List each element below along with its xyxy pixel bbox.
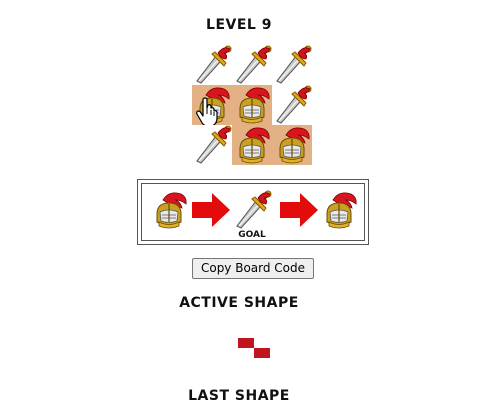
- board-cell-0-2[interactable]: [272, 45, 312, 85]
- copy-board-code-button[interactable]: Copy Board Code: [192, 258, 314, 279]
- board-cell-0-0[interactable]: [192, 45, 232, 85]
- sword-icon: [276, 45, 312, 84]
- board-cell-2-2[interactable]: [272, 125, 312, 165]
- helmet-icon: [156, 192, 187, 229]
- board-cell-1-1[interactable]: [232, 85, 272, 125]
- active-shape: [238, 338, 270, 358]
- sword-icon: [276, 85, 312, 124]
- arrow-right-icon: [280, 193, 318, 227]
- sword-icon: [196, 125, 232, 164]
- hand-cursor-icon: [196, 97, 218, 125]
- active-shape-block: [238, 338, 254, 348]
- last-shape-title: LAST SHAPE: [188, 388, 290, 404]
- helmet-icon: [326, 192, 357, 229]
- helmet-icon: [239, 127, 270, 164]
- helmet-icon: [239, 87, 270, 124]
- goal-item-2: [232, 190, 272, 230]
- helmet-icon: [279, 127, 310, 164]
- board-cell-2-1[interactable]: [232, 125, 272, 165]
- goal-label: GOAL: [238, 230, 266, 240]
- active-shape-block: [254, 348, 270, 358]
- sword-icon: [196, 45, 232, 84]
- goal-panel: GOAL: [137, 179, 369, 245]
- board-cell-0-1[interactable]: [232, 45, 272, 85]
- goal-item-4: [319, 190, 359, 230]
- arrow-right-icon: [192, 193, 230, 227]
- goal-arrow-3: [280, 193, 318, 227]
- board-cell-2-0[interactable]: [192, 125, 232, 165]
- goal-inner-frame: GOAL: [141, 183, 365, 241]
- goal-arrow-1: [192, 193, 230, 227]
- sword-icon: [236, 190, 272, 229]
- active-shape-title: ACTIVE SHAPE: [179, 295, 299, 311]
- level-title: LEVEL 9: [206, 17, 272, 33]
- board-cell-1-2[interactable]: [272, 85, 312, 125]
- sword-icon: [236, 45, 272, 84]
- goal-item-0: [149, 190, 189, 230]
